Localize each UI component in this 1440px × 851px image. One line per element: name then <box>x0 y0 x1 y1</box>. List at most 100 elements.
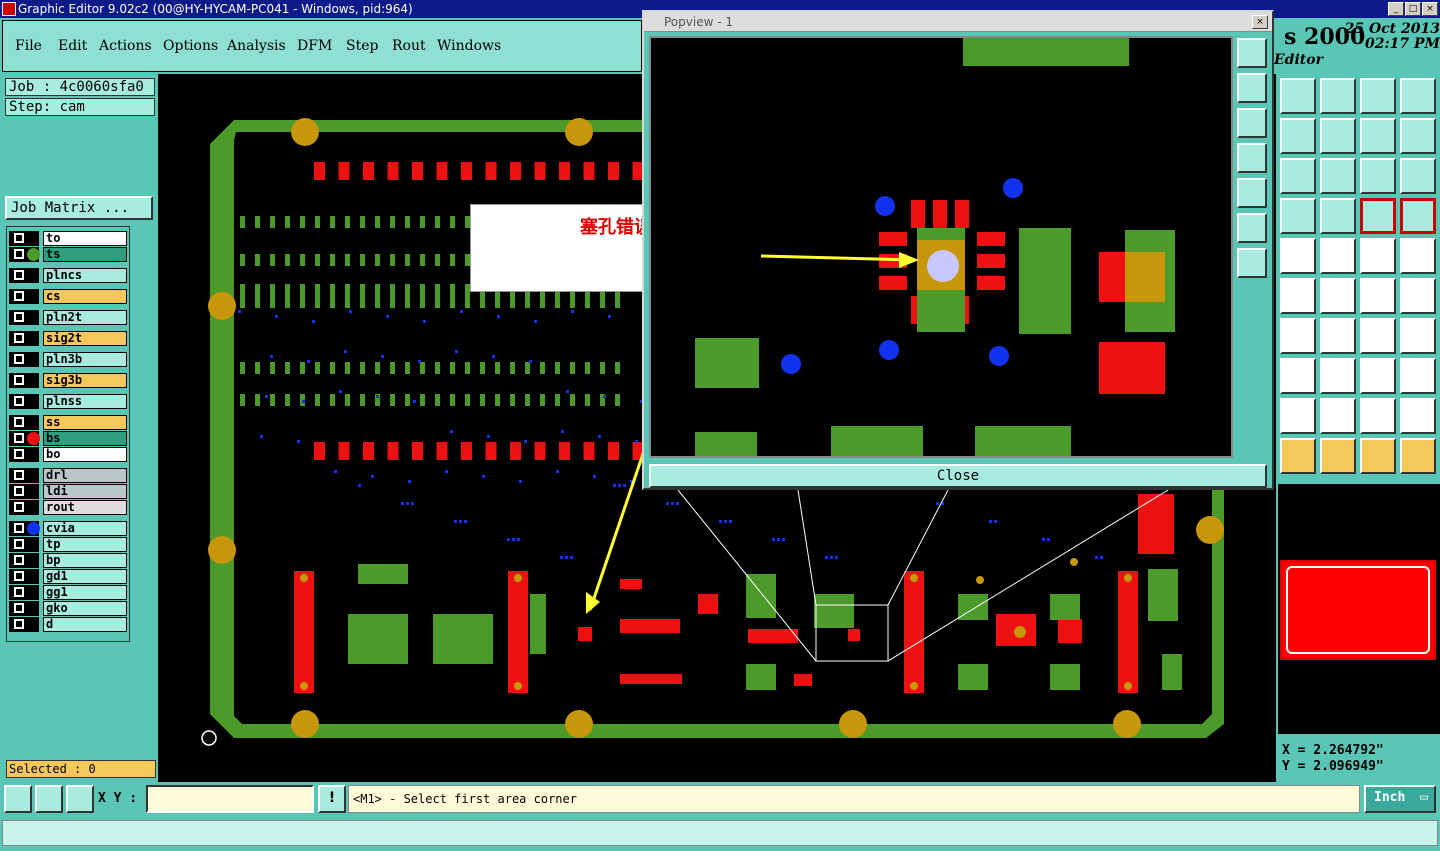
layer-gg1[interactable]: gg1 <box>9 585 127 600</box>
select-arrow-icon[interactable] <box>1280 438 1316 474</box>
menu-edit[interactable]: Edit <box>58 38 87 54</box>
layer-pln2t[interactable]: pln2t <box>9 310 127 325</box>
maximize-button[interactable]: □ <box>1405 2 1421 16</box>
view-left-icon[interactable] <box>1280 118 1316 154</box>
connect-b-icon[interactable] <box>1360 278 1396 314</box>
popview-tool-7[interactable] <box>1237 248 1267 278</box>
measure-a-icon[interactable] <box>1280 358 1316 394</box>
diag-line-icon[interactable] <box>1320 318 1356 354</box>
popview-tool-3[interactable] <box>1237 108 1267 138</box>
measure-h-icon[interactable] <box>1320 358 1356 394</box>
layer-checkbox[interactable] <box>14 523 24 533</box>
zoom-fit-icon[interactable] <box>1280 158 1316 194</box>
tri-c-icon[interactable] <box>1360 398 1396 434</box>
measure-box-icon[interactable] <box>1360 358 1396 394</box>
menu-analysis[interactable]: Analysis <box>227 38 286 54</box>
layer-checkbox[interactable] <box>14 249 24 259</box>
tri-d-icon[interactable] <box>1400 398 1436 434</box>
popview-canvas[interactable] <box>649 36 1233 462</box>
layer-to[interactable]: to <box>9 231 127 246</box>
cross-icon[interactable] <box>1320 278 1356 314</box>
close-window-button[interactable]: × <box>1422 2 1438 16</box>
layer-plncs[interactable]: plncs <box>9 268 127 283</box>
layer-a-icon[interactable] <box>1360 198 1396 234</box>
layer-ss[interactable]: ss <box>9 415 127 430</box>
layer-cvia[interactable]: cvia <box>9 521 127 536</box>
net-select-icon[interactable] <box>1400 438 1436 474</box>
layer-checkbox[interactable] <box>14 603 24 613</box>
ruler-icon[interactable] <box>1360 238 1396 274</box>
menu-file[interactable]: File <box>15 38 42 54</box>
popview-close-icon[interactable]: × <box>1252 15 1268 29</box>
view-rotate-icon[interactable] <box>1360 118 1396 154</box>
popview-close-button[interactable]: Close <box>649 464 1267 488</box>
layer-checkbox[interactable] <box>14 486 24 496</box>
view-split-icon[interactable] <box>1400 78 1436 114</box>
measure-icon[interactable] <box>1280 198 1316 234</box>
view-home-icon[interactable] <box>1280 78 1316 114</box>
grid-icon[interactable] <box>1320 198 1356 234</box>
split-v-icon[interactable] <box>1400 318 1436 354</box>
layer-checkbox[interactable] <box>14 502 24 512</box>
menu-options[interactable]: Options <box>163 38 218 54</box>
layer-bo[interactable]: bo <box>9 447 127 462</box>
layer-checkbox[interactable] <box>14 375 24 385</box>
layer-checkbox[interactable] <box>14 449 24 459</box>
layer-pln3b[interactable]: pln3b <box>9 352 127 367</box>
help-icon[interactable] <box>1400 158 1436 194</box>
layer-bs[interactable]: bs <box>9 431 127 446</box>
layer-ts[interactable]: ts <box>9 247 127 262</box>
connect-a-icon[interactable] <box>1280 278 1316 314</box>
layer-checkbox[interactable] <box>14 555 24 565</box>
menu-dfm[interactable]: DFM <box>297 38 332 54</box>
layer-checkbox[interactable] <box>14 291 24 301</box>
layer-checkbox[interactable] <box>14 354 24 364</box>
layer-plnss[interactable]: plnss <box>9 394 127 409</box>
popview-tool-6[interactable] <box>1237 213 1267 243</box>
menu-step[interactable]: Step <box>346 38 378 54</box>
layer-sig2t[interactable]: sig2t <box>9 331 127 346</box>
minimize-button[interactable]: _ <box>1388 2 1404 16</box>
view-home2-icon[interactable] <box>1360 78 1396 114</box>
layer-checkbox[interactable] <box>14 571 24 581</box>
view-mirror-icon[interactable] <box>1400 118 1436 154</box>
layer-bp[interactable]: bp <box>9 553 127 568</box>
layer-rout[interactable]: rout <box>9 500 127 515</box>
menu-actions[interactable]: Actions <box>99 38 152 54</box>
layer-checkbox[interactable] <box>14 312 24 322</box>
layer-checkbox[interactable] <box>14 417 24 427</box>
job-matrix-button[interactable]: Job Matrix ... <box>5 196 153 220</box>
layer-checkbox[interactable] <box>14 396 24 406</box>
layer-checkbox[interactable] <box>14 333 24 343</box>
exclamation-button[interactable]: ! <box>318 785 346 813</box>
select-box-icon[interactable] <box>1320 438 1356 474</box>
popview-tool-5[interactable] <box>1237 178 1267 208</box>
popview-tool-2[interactable] <box>1237 73 1267 103</box>
view-right-icon[interactable] <box>1320 118 1356 154</box>
zoom-area-icon[interactable] <box>4 785 32 813</box>
menu-windows[interactable]: Windows <box>437 38 501 54</box>
scale-1-2-icon[interactable] <box>1360 158 1396 194</box>
tri-b-icon[interactable] <box>1320 398 1356 434</box>
grid-icon[interactable] <box>66 785 94 813</box>
select-arrow2-icon[interactable] <box>1360 438 1396 474</box>
angle-a-icon[interactable] <box>1280 318 1316 354</box>
layer-cs[interactable]: cs <box>9 289 127 304</box>
layer-checkbox[interactable] <box>14 433 24 443</box>
connect-c-icon[interactable] <box>1400 278 1436 314</box>
layer-checkbox[interactable] <box>14 233 24 243</box>
view-up-icon[interactable] <box>1320 78 1356 114</box>
layer-checkbox[interactable] <box>14 587 24 597</box>
layer-ldi[interactable]: ldi <box>9 484 127 499</box>
layer-b-icon[interactable] <box>1400 198 1436 234</box>
snap-point-icon[interactable] <box>1280 238 1316 274</box>
menu-rout[interactable]: Rout <box>392 38 426 54</box>
layer-checkbox[interactable] <box>14 270 24 280</box>
xy-input[interactable] <box>146 785 314 813</box>
layer-checkbox[interactable] <box>14 470 24 480</box>
fill-circle-icon[interactable] <box>1400 238 1436 274</box>
layer-gd1[interactable]: gd1 <box>9 569 127 584</box>
layer-checkbox[interactable] <box>14 539 24 549</box>
tri-a-icon[interactable] <box>1280 398 1316 434</box>
layer-drl[interactable]: drl <box>9 468 127 483</box>
